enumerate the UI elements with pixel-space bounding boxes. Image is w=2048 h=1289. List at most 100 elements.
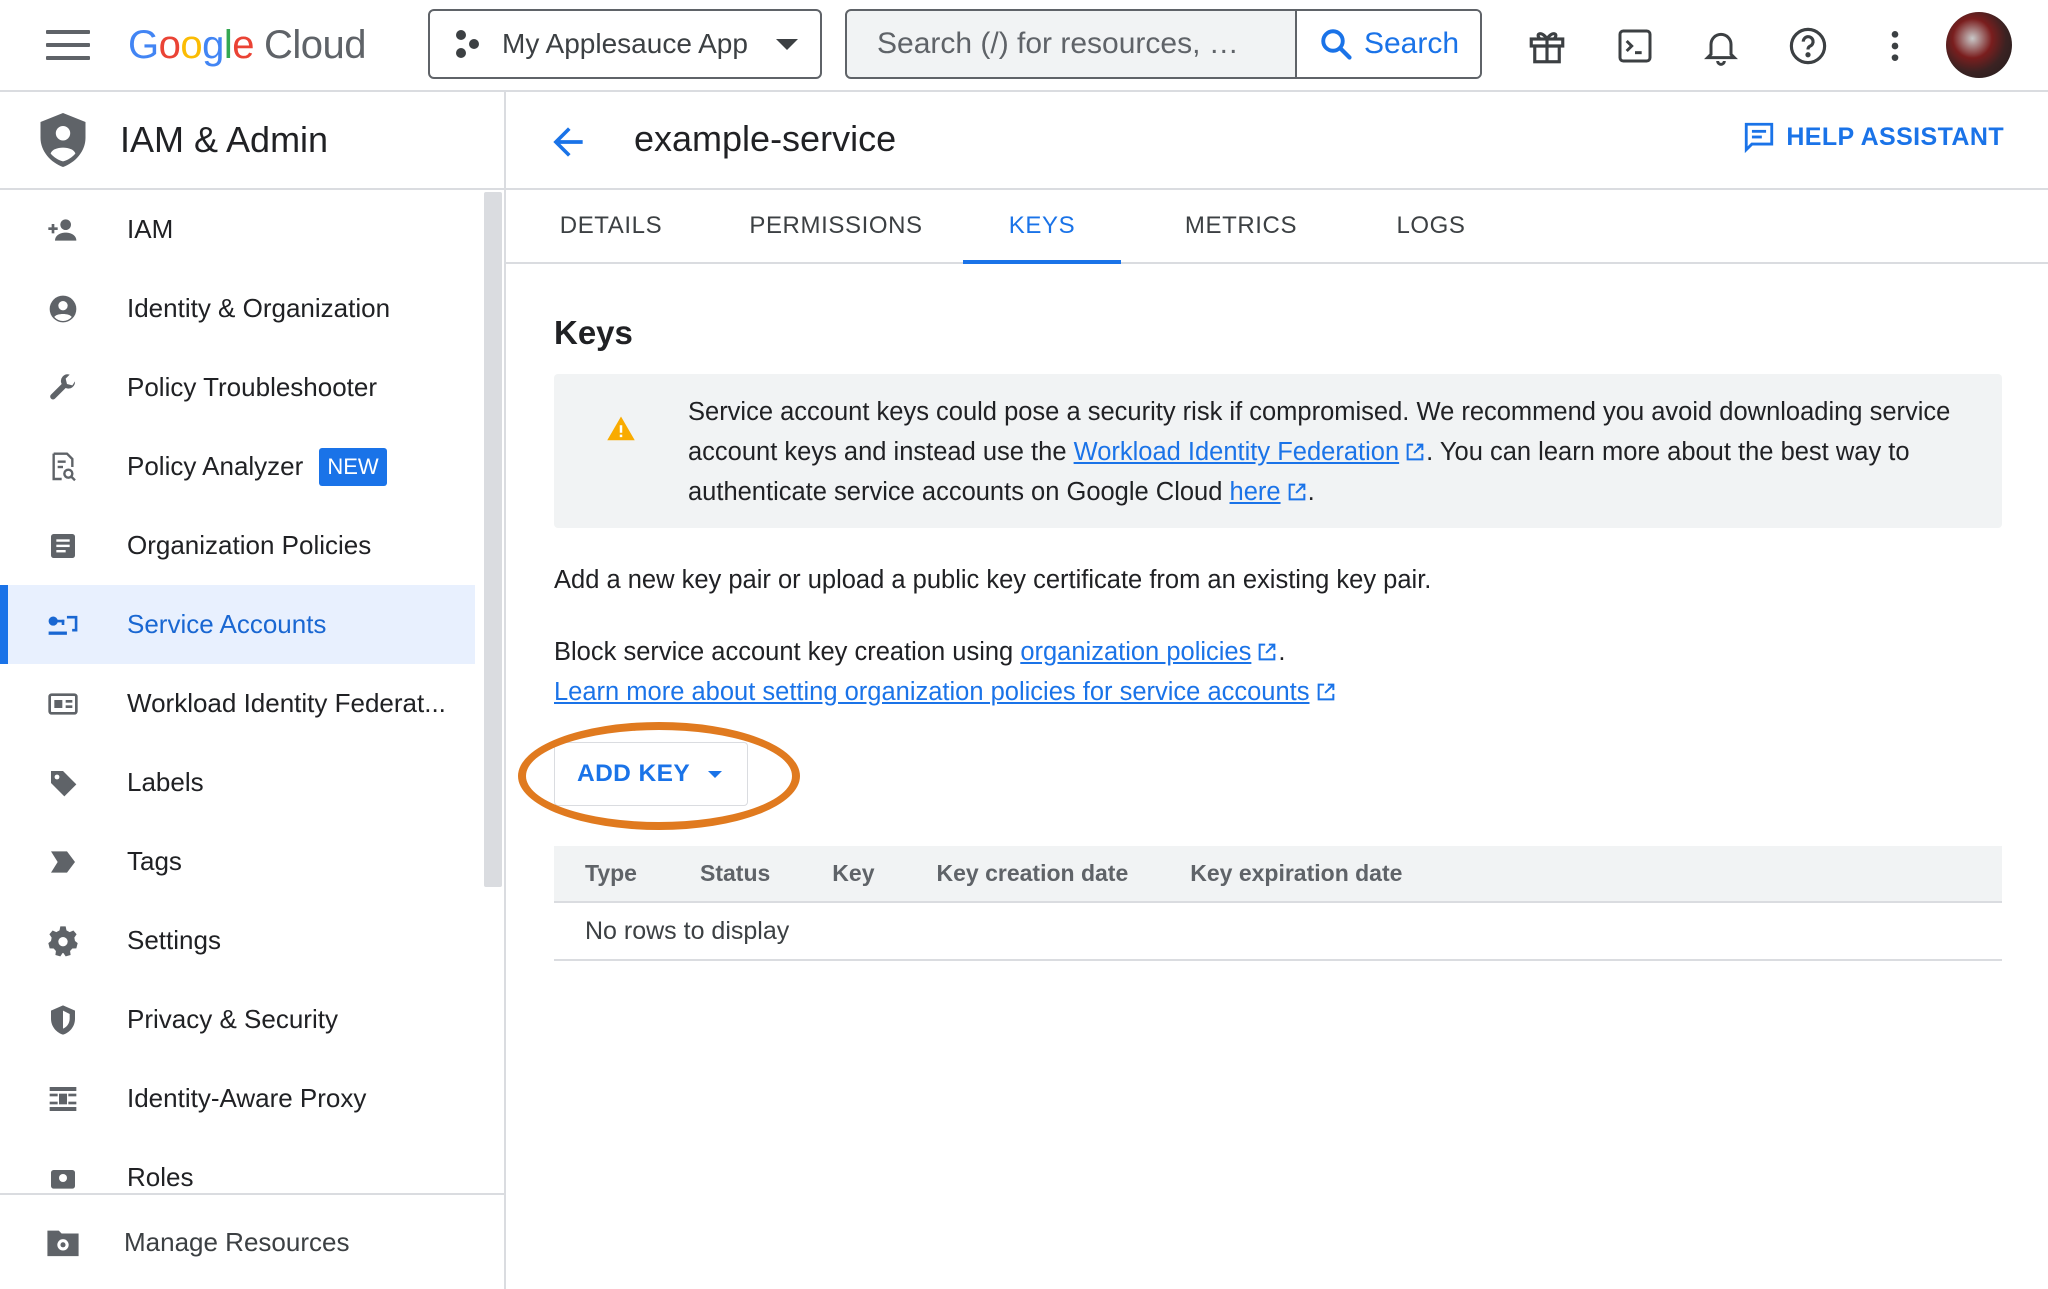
warning-icon bbox=[607, 416, 635, 441]
project-picker[interactable]: My Applesauce App bbox=[428, 9, 822, 79]
sidebar-item-labels[interactable]: Labels bbox=[0, 743, 475, 822]
sidenav-title: IAM & Admin bbox=[120, 119, 329, 160]
project-dots-icon bbox=[456, 30, 479, 58]
learn-more-here-link[interactable]: here bbox=[1230, 478, 1281, 506]
sidebar-item-identity-aware-proxy[interactable]: Identity-Aware Proxy bbox=[0, 1059, 475, 1138]
sidebar-item-label: Organization Policies bbox=[127, 530, 372, 560]
sidebar-item-label: Labels bbox=[127, 767, 204, 797]
column-header[interactable]: Key bbox=[801, 846, 906, 903]
avatar[interactable] bbox=[1946, 12, 2012, 78]
logo-letter: G bbox=[128, 23, 159, 67]
add-key-description: Add a new key pair or upload a public ke… bbox=[554, 566, 1432, 594]
sidebar-item-organization-policies[interactable]: Organization Policies bbox=[0, 506, 475, 585]
search-input[interactable] bbox=[847, 11, 1295, 77]
page-header: example-service HELP ASSISTANT bbox=[506, 92, 2048, 190]
document-icon bbox=[46, 529, 80, 563]
manage-resources-link[interactable]: Manage Resources bbox=[0, 1193, 504, 1289]
sidebar-item-label: Settings bbox=[127, 925, 221, 955]
tab-bar: DETAILS PERMISSIONS KEYS METRICS LOGS bbox=[506, 190, 2048, 264]
sidebar-item-iam[interactable]: IAM bbox=[0, 190, 475, 269]
sidebar-item-identity-organization[interactable]: Identity & Organization bbox=[0, 269, 475, 348]
sidebar-item-tags[interactable]: Tags bbox=[0, 822, 475, 901]
sidebar-item-label: Policy Analyzer bbox=[127, 451, 304, 481]
chevron-down-icon bbox=[776, 38, 798, 50]
sidebar-item-settings[interactable]: Settings bbox=[0, 901, 475, 980]
proxy-icon bbox=[46, 1082, 80, 1116]
warning-text: Service account keys could pose a securi… bbox=[688, 392, 1962, 512]
keys-table: Type Status Key Key creation date Key ex… bbox=[554, 846, 2002, 961]
logo-letter: l bbox=[223, 23, 233, 67]
organization-policies-link[interactable]: organization policies bbox=[1020, 638, 1251, 666]
google-cloud-logo[interactable]: Google Cloud bbox=[128, 18, 367, 72]
logo-letter: o bbox=[180, 23, 203, 67]
chat-icon bbox=[1745, 122, 1774, 154]
id-card-icon bbox=[46, 687, 80, 721]
project-name: My Applesauce App bbox=[502, 28, 748, 59]
service-account-icon bbox=[46, 608, 80, 642]
sidebar-item-label: Service Accounts bbox=[127, 609, 327, 639]
sidebar-item-policy-analyzer[interactable]: Policy Analyzer NEW bbox=[0, 427, 475, 506]
help-assistant-button[interactable]: HELP ASSISTANT bbox=[1742, 120, 2004, 154]
empty-table-message: No rows to display bbox=[554, 902, 2002, 961]
gift-icon[interactable] bbox=[1521, 20, 1573, 72]
page-title: example-service bbox=[634, 118, 897, 159]
logo-letter: g bbox=[202, 23, 224, 67]
new-badge: NEW bbox=[319, 447, 387, 486]
sidebar-item-service-accounts[interactable]: Service Accounts bbox=[0, 585, 475, 664]
search-box: Search bbox=[845, 9, 1482, 79]
person-add-icon bbox=[46, 213, 80, 247]
tab-permissions[interactable]: PERMISSIONS bbox=[726, 190, 946, 262]
sidebar-item-privacy-security[interactable]: Privacy & Security bbox=[0, 980, 475, 1059]
sidenav-scrollbar[interactable] bbox=[484, 192, 502, 887]
sidebar-item-label: Workload Identity Federat... bbox=[127, 688, 446, 718]
external-link-icon bbox=[1406, 443, 1424, 461]
menu-icon[interactable] bbox=[46, 30, 90, 62]
org-policy-text: Block service account key creation using… bbox=[554, 632, 1337, 712]
sidebar-item-label: Policy Troubleshooter bbox=[127, 372, 378, 402]
bell-icon[interactable] bbox=[1695, 20, 1747, 72]
nav-list: IAM Identity & Organization Policy Troub… bbox=[0, 190, 475, 1217]
side-nav: IAM & Admin IAM Identity & Organization … bbox=[0, 92, 506, 1289]
label-icon bbox=[46, 766, 80, 800]
folder-gear-icon bbox=[47, 1230, 79, 1257]
org-policy-text-part: . bbox=[1278, 638, 1286, 666]
table-row: No rows to display bbox=[554, 902, 2002, 961]
tag-icon bbox=[46, 845, 80, 879]
column-header[interactable]: Type bbox=[554, 846, 669, 903]
sidebar-item-workload-identity-federation[interactable]: Workload Identity Federat... bbox=[0, 664, 475, 743]
sidebar-item-policy-troubleshooter[interactable]: Policy Troubleshooter bbox=[0, 348, 475, 427]
terminal-icon[interactable] bbox=[1609, 20, 1661, 72]
column-header[interactable]: Key creation date bbox=[905, 846, 1160, 903]
add-key-button[interactable]: ADD KEY bbox=[554, 742, 748, 806]
more-vert-icon[interactable] bbox=[1869, 20, 1921, 72]
sidebar-item-label: IAM bbox=[127, 214, 174, 244]
gear-icon bbox=[46, 924, 80, 958]
section-title: Keys bbox=[554, 314, 633, 351]
back-arrow-icon[interactable] bbox=[546, 120, 590, 164]
learn-more-org-policies-link[interactable]: Learn more about setting organization po… bbox=[554, 678, 1310, 706]
search-button[interactable]: Search bbox=[1295, 11, 1480, 77]
help-icon[interactable] bbox=[1782, 20, 1834, 72]
workload-identity-federation-link[interactable]: Workload Identity Federation bbox=[1074, 438, 1400, 466]
manage-resources-label: Manage Resources bbox=[124, 1226, 350, 1257]
sidebar-item-label: Identity-Aware Proxy bbox=[127, 1083, 367, 1113]
tab-metrics[interactable]: METRICS bbox=[1156, 190, 1326, 262]
tab-logs[interactable]: LOGS bbox=[1356, 190, 1506, 262]
tab-details[interactable]: DETAILS bbox=[536, 190, 686, 262]
column-header[interactable]: Key expiration date bbox=[1159, 846, 2002, 903]
sidebar-item-label: Identity & Organization bbox=[127, 293, 391, 323]
policy-analyzer-icon bbox=[46, 450, 80, 484]
logo-letter: e bbox=[232, 23, 255, 67]
sidebar-item-label: Roles bbox=[127, 1162, 194, 1192]
external-link-icon bbox=[1288, 483, 1305, 501]
roles-icon bbox=[46, 1161, 80, 1195]
sidebar-item-label: Tags bbox=[127, 846, 182, 876]
warning-text-part: . bbox=[1307, 478, 1315, 506]
search-button-label: Search bbox=[1363, 27, 1460, 60]
wrench-icon bbox=[46, 371, 80, 405]
account-circle-icon bbox=[46, 292, 80, 326]
external-link-icon bbox=[1317, 683, 1334, 701]
sidebar-item-label: Privacy & Security bbox=[127, 1004, 338, 1034]
column-header[interactable]: Status bbox=[669, 846, 802, 903]
tab-keys[interactable]: KEYS bbox=[963, 190, 1121, 264]
